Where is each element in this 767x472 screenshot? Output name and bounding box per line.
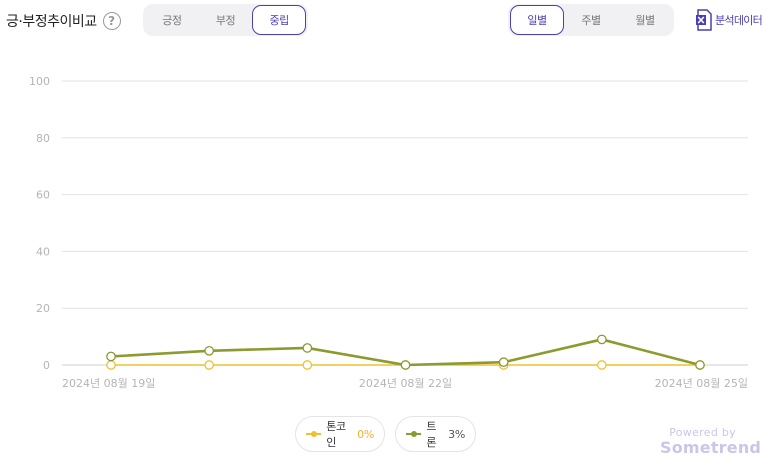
data-point bbox=[106, 351, 116, 362]
legend-percent: 3% bbox=[448, 427, 465, 441]
legend-item-series-2[interactable]: 트론 3% bbox=[395, 416, 476, 452]
legend-name: 톤코인 bbox=[326, 420, 346, 449]
data-point bbox=[596, 334, 607, 345]
line-chart: 0 20 40 60 80 100 2024년 08월 19일 2024년 08월 22일 20… bbox=[29, 75, 748, 390]
data-point bbox=[204, 360, 215, 370]
data-point bbox=[498, 357, 509, 368]
data-point bbox=[302, 360, 313, 370]
y-tick-label: 0 bbox=[43, 359, 50, 372]
powered-by-logo: Powered by Sometrend bbox=[660, 426, 762, 457]
y-tick-label: 20 bbox=[36, 302, 50, 315]
data-point bbox=[204, 345, 215, 356]
y-tick-label: 40 bbox=[36, 245, 50, 258]
x-tick-label: 2024년 08월 22일 bbox=[359, 376, 452, 390]
x-tick-label: 2024년 08월 19일 bbox=[62, 376, 155, 390]
data-point bbox=[106, 360, 116, 370]
data-point bbox=[596, 360, 607, 370]
legend-swatch bbox=[306, 429, 322, 439]
x-tick-label: 2024년 08월 25일 bbox=[655, 376, 748, 390]
legend-percent: 0% bbox=[357, 427, 374, 441]
legend-name: 트론 bbox=[426, 420, 437, 449]
legend-swatch bbox=[406, 429, 422, 439]
data-point bbox=[695, 360, 705, 370]
y-tick-label: 100 bbox=[29, 75, 50, 88]
legend-item-series-1[interactable]: 톤코인 0% bbox=[295, 416, 385, 452]
y-tick-label: 80 bbox=[36, 132, 50, 145]
y-tick-label: 60 bbox=[36, 189, 50, 202]
brand-name: Sometrend bbox=[660, 438, 762, 457]
data-point bbox=[400, 360, 411, 370]
data-point bbox=[302, 343, 313, 353]
